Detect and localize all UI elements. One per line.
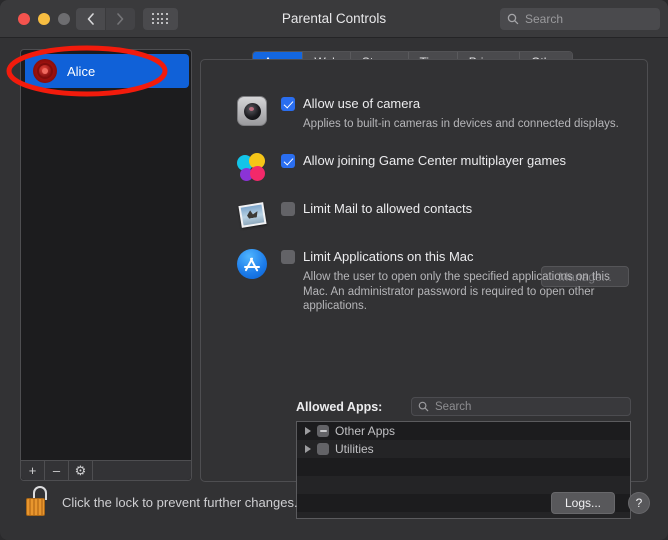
allowed-apps-label: Allowed Apps:: [296, 400, 382, 414]
add-user-button[interactable]: +: [21, 461, 45, 480]
user-sidebar: Alice + – ⚙: [20, 49, 192, 481]
camera-icon: [237, 96, 267, 126]
list-item-label: Other Apps: [335, 424, 395, 438]
parental-controls-window: Parental Controls Search Alice + – ⚙ App…: [0, 0, 668, 540]
label-allow-camera: Allow use of camera: [303, 96, 420, 111]
sidebar-user-alice[interactable]: Alice: [25, 54, 189, 88]
checkbox-other-apps[interactable]: [317, 425, 329, 437]
disclosure-triangle-icon[interactable]: [305, 427, 311, 435]
disclosure-triangle-icon[interactable]: [305, 445, 311, 453]
help-button[interactable]: ?: [628, 492, 650, 514]
rose-avatar-icon: [33, 59, 57, 83]
label-allow-game-center: Allow joining Game Center multiplayer ga…: [303, 153, 566, 168]
checkbox-allow-game-center[interactable]: [281, 154, 295, 168]
setting-row-game-center: Allow joining Game Center multiplayer ga…: [237, 153, 632, 183]
sidebar-toolbar: + – ⚙: [21, 460, 191, 480]
label-limit-mail: Limit Mail to allowed contacts: [303, 201, 472, 216]
window-titlebar: Parental Controls Search: [0, 0, 668, 38]
label-limit-applications: Limit Applications on this Mac: [303, 249, 474, 264]
toolbar-search-field[interactable]: Search: [500, 8, 660, 30]
checkbox-allow-camera[interactable]: [281, 97, 295, 111]
gear-icon[interactable]: ⚙: [69, 461, 93, 480]
description-limit-applications: Allow the user to open only the specifie…: [303, 270, 633, 314]
unlocked-padlock-icon[interactable]: [26, 486, 50, 516]
allowed-apps-search-placeholder: Search: [435, 401, 471, 413]
list-item-label: Utilities: [335, 442, 374, 456]
mail-icon: [237, 201, 267, 231]
checkbox-limit-applications[interactable]: [281, 250, 295, 264]
checkbox-utilities[interactable]: [317, 443, 329, 455]
app-store-icon: [237, 249, 267, 279]
list-item-empty: [297, 458, 630, 476]
list-item[interactable]: Utilities: [297, 440, 630, 458]
toolbar-search-placeholder: Search: [525, 12, 563, 26]
list-item[interactable]: Other Apps: [297, 422, 630, 440]
checkbox-limit-mail[interactable]: [281, 202, 295, 216]
game-center-icon: [237, 153, 267, 183]
setting-row-limit-apps: Limit Applications on this Mac Allow the…: [237, 249, 632, 314]
sidebar-user-label: Alice: [67, 64, 95, 79]
remove-user-button[interactable]: –: [45, 461, 69, 480]
search-icon: [418, 401, 429, 412]
description-allow-camera: Applies to built-in cameras in devices a…: [303, 117, 643, 132]
sidebar-toolbar-filler: [93, 461, 191, 480]
apps-settings-panel: Allow use of camera Applies to built-in …: [200, 59, 648, 482]
setting-row-camera: Allow use of camera Applies to built-in …: [237, 96, 632, 132]
logs-button[interactable]: Logs...: [551, 492, 615, 514]
setting-row-mail: Limit Mail to allowed contacts: [237, 201, 632, 231]
lock-hint-text: Click the lock to prevent further change…: [62, 495, 298, 510]
search-icon: [507, 13, 519, 25]
allowed-apps-search-input[interactable]: Search: [411, 397, 631, 416]
